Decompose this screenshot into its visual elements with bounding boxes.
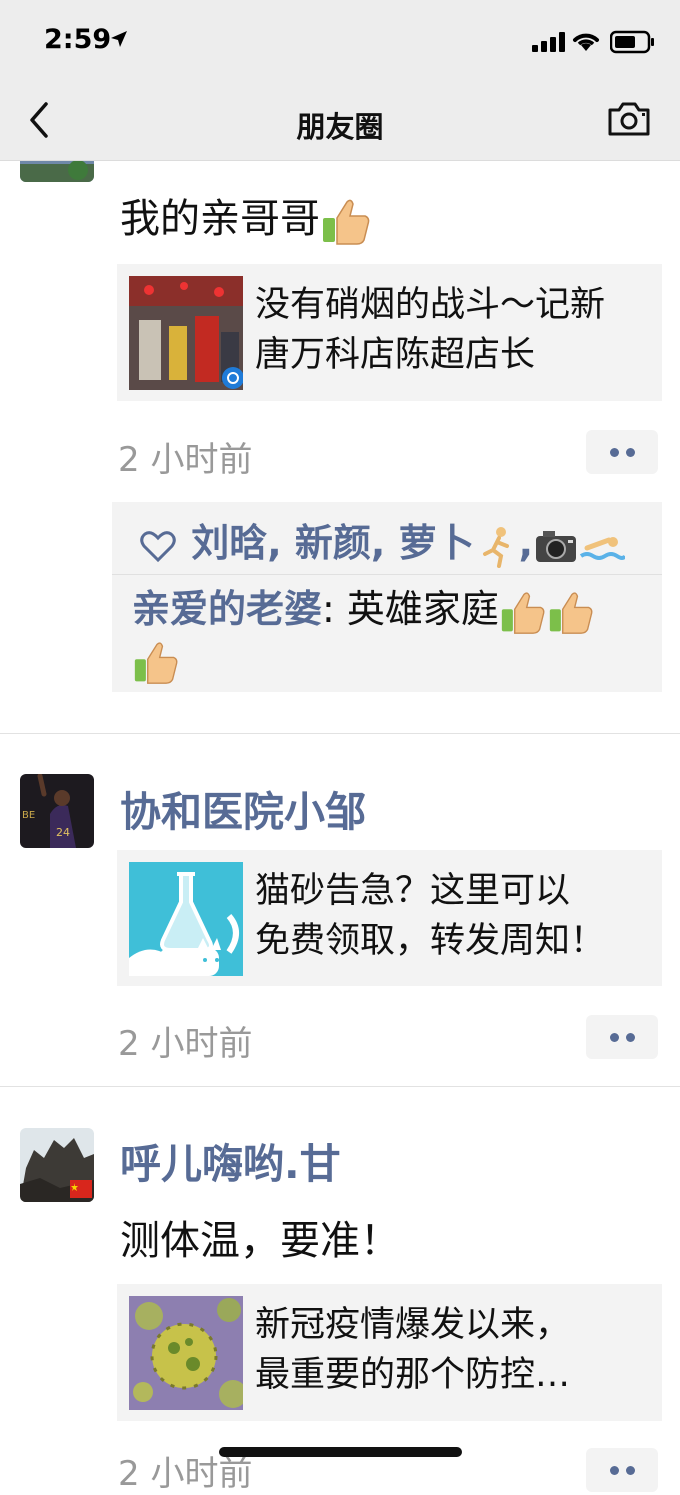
top-bar: 2:59 朋友圈 xyxy=(0,0,680,161)
author-name[interactable]: 协和医院小邹 xyxy=(120,778,366,838)
runner-emoji-icon xyxy=(482,526,509,568)
wifi-icon xyxy=(573,33,599,51)
post-divider xyxy=(0,1086,680,1087)
heart-icon xyxy=(140,530,176,562)
link-title: 没有硝烟的战斗～记新 唐万科店陈超店长 xyxy=(255,280,655,380)
link-title-line: 最重要的那个防控… xyxy=(255,1355,571,1395)
post-time: 2 小时前 xyxy=(118,1024,253,1064)
thumbs-up-emoji-icon xyxy=(549,591,593,634)
cellular-signal-icon xyxy=(532,32,565,52)
post-divider xyxy=(0,733,680,734)
svg-text:BE: BE xyxy=(22,810,35,821)
camera-emoji-icon xyxy=(536,530,577,562)
more-options-button[interactable] xyxy=(586,430,658,474)
link-thumbnail xyxy=(129,1296,243,1410)
link-thumbnail xyxy=(129,276,243,390)
link-title-line: 免费领取，转发周知！ xyxy=(255,921,606,961)
link-title: 猫砂告急？这里可以 免费领取，转发周知！ xyxy=(255,866,655,966)
link-thumbnail xyxy=(129,862,243,976)
svg-text:24: 24 xyxy=(56,826,70,839)
camera-icon[interactable] xyxy=(606,100,652,138)
avatar[interactable] xyxy=(20,1128,94,1202)
more-options-button[interactable] xyxy=(586,1015,658,1059)
status-time: 2:59 xyxy=(44,24,112,55)
link-card[interactable]: 没有硝烟的战斗～记新 唐万科店陈超店长 xyxy=(117,264,662,401)
post-text: 我的亲哥哥 xyxy=(120,186,372,246)
link-card[interactable]: 猫砂告急？这里可以 免费领取，转发周知！ xyxy=(117,850,662,986)
link-title-line: 新冠疫情爆发以来， xyxy=(255,1305,571,1345)
home-indicator[interactable] xyxy=(219,1447,462,1457)
comment[interactable]: 亲爱的老婆: 英雄家庭 xyxy=(132,584,652,685)
thumbs-up-emoji-icon xyxy=(501,591,545,634)
avatar[interactable]: 24 BE xyxy=(20,774,94,848)
thumbs-up-emoji-icon xyxy=(134,642,178,684)
link-title-line: 没有硝烟的战斗～记新 xyxy=(255,285,606,325)
post-time: 2 小时前 xyxy=(118,440,253,480)
post-text: 测体温，要准！ xyxy=(120,1218,400,1264)
page-title: 朋友圈 xyxy=(296,110,384,144)
likes-comments-panel: 刘晗, 新颜, 萝卜, 亲爱的老婆: 英雄家庭 xyxy=(112,502,662,692)
link-title: 新冠疫情爆发以来， 最重要的那个防控… xyxy=(255,1300,655,1400)
more-options-button[interactable] xyxy=(586,1448,658,1492)
post-text-content: 我的亲哥哥 xyxy=(120,196,320,242)
author-name[interactable]: 呼儿嗨哟.甘 xyxy=(120,1130,341,1190)
divider xyxy=(112,574,662,575)
comment-separator: : xyxy=(322,587,335,631)
link-title-line: 唐万科店陈超店长 xyxy=(255,335,536,375)
comment-author[interactable]: 亲爱的老婆 xyxy=(132,587,322,631)
battery-icon xyxy=(610,30,654,54)
link-card[interactable]: 新冠疫情爆发以来， 最重要的那个防控… xyxy=(117,1284,662,1421)
location-arrow-icon xyxy=(111,31,127,47)
swimmer-emoji-icon xyxy=(579,536,626,560)
likes-names[interactable]: 刘晗, 新颜, 萝卜 xyxy=(191,521,474,565)
thumbs-up-emoji-icon xyxy=(323,199,370,245)
link-title-line: 猫砂告急？这里可以 xyxy=(255,871,571,911)
likes-row: 刘晗, 新颜, 萝卜, xyxy=(138,512,626,574)
comment-text: 英雄家庭 xyxy=(346,587,499,631)
